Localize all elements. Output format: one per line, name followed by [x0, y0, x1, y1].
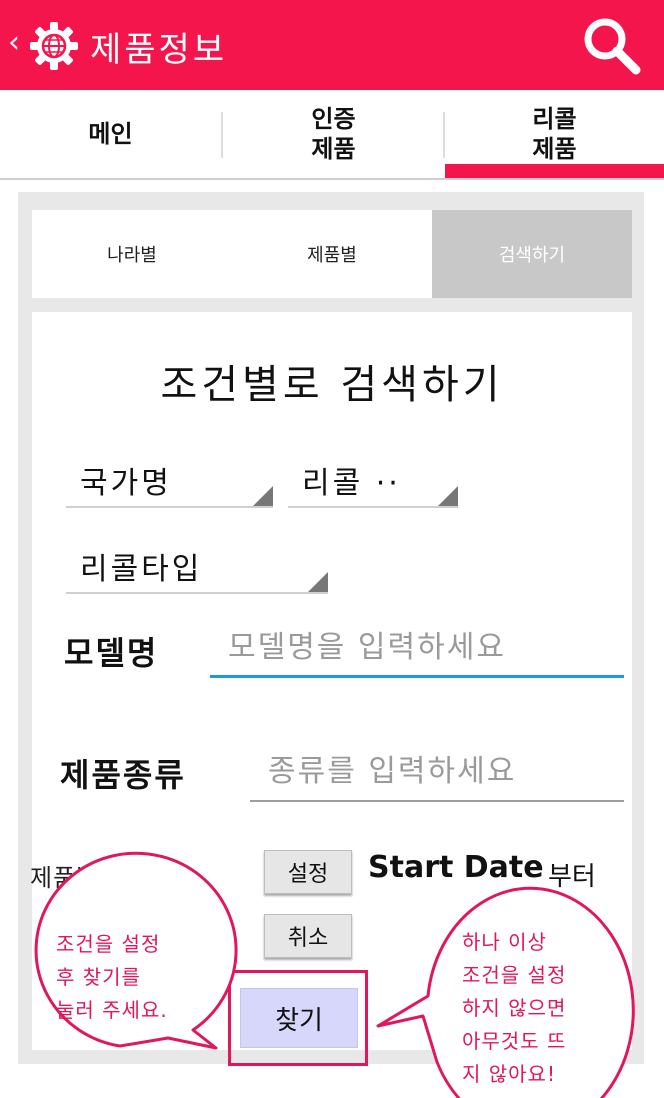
product-type-label: 제품종류	[60, 756, 186, 794]
gear-globe-icon	[30, 22, 78, 70]
form-title: 조건별로 검색하기	[160, 362, 504, 408]
recall-type-spinner[interactable]: 리콜타입	[66, 534, 328, 594]
tab-certified-products[interactable]: 인증 제품	[223, 90, 444, 178]
dropdown-corner-icon	[438, 486, 458, 506]
start-date-value[interactable]: Start Date	[368, 850, 544, 885]
app-bar: ‹ 제품정보	[0, 0, 664, 90]
subtab-search[interactable]: 검색하기	[432, 210, 632, 298]
active-tab-indicator	[445, 164, 664, 178]
recall-spinner-value: 리콜 ··	[302, 466, 401, 501]
app-title: 제품정보	[90, 30, 228, 70]
tab-main[interactable]: 메인	[0, 90, 221, 178]
recall-type-spinner-value: 리콜타입	[80, 552, 203, 587]
recall-spinner[interactable]: 리콜 ··	[288, 448, 458, 508]
dropdown-corner-icon	[308, 572, 328, 592]
subtab-by-product[interactable]: 제품별	[232, 210, 432, 298]
sub-tab-bar: 나라별 제품별 검색하기	[32, 210, 632, 298]
left-annotation-text: 조건을 설정 후 찾기를 눌러 주세요.	[56, 932, 168, 1022]
search-icon[interactable]	[580, 14, 642, 76]
country-spinner-value: 국가명	[80, 466, 172, 501]
model-name-input[interactable]	[210, 626, 624, 678]
country-spinner[interactable]: 국가명	[66, 448, 273, 508]
right-annotation-text: 하나 이상 조건을 설정 하지 않으면 아무것도 뜨 지 않아요!	[462, 930, 567, 1086]
subtab-by-country[interactable]: 나라별	[32, 210, 232, 298]
dropdown-corner-icon	[253, 486, 273, 506]
from-suffix: 부터	[548, 862, 596, 892]
find-button[interactable]: 찾기	[240, 988, 358, 1048]
issue-date-label: 제품발행일자	[30, 864, 169, 892]
set-date-button[interactable]: 설정	[264, 850, 352, 894]
product-type-input[interactable]	[250, 748, 624, 802]
cancel-date-button[interactable]: 취소	[264, 914, 352, 958]
model-name-label: 모델명	[64, 634, 159, 672]
back-chevron-icon[interactable]: ‹	[8, 28, 20, 58]
